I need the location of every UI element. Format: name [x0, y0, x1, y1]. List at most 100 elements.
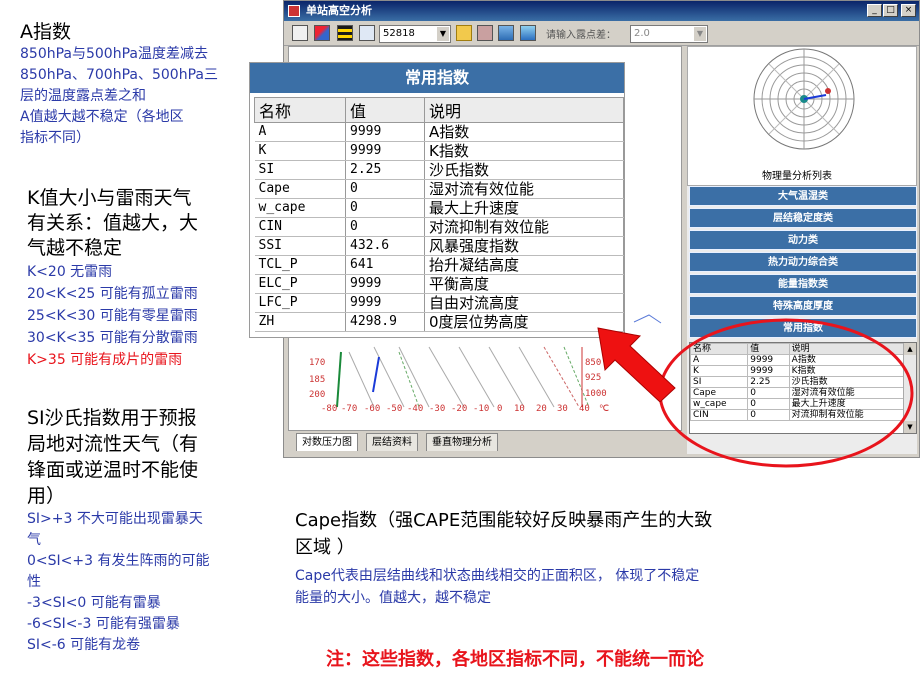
- physics-panel: 物理量分析列表 大气温湿类 层结稳定度类 动力类 热力动力综合类 能量指数类 特…: [687, 46, 917, 454]
- category-energy-index[interactable]: 能量指数类: [689, 274, 917, 294]
- table-row[interactable]: K 9999 K指数: [690, 365, 905, 377]
- category-special-height[interactable]: 特殊高度厚度: [689, 296, 917, 316]
- scroll-up-icon[interactable]: ▲: [904, 343, 916, 355]
- maximize-button[interactable]: □: [883, 4, 898, 17]
- chevron-down-icon[interactable]: ▼: [694, 27, 706, 41]
- category-dynamics[interactable]: 动力类: [689, 230, 917, 250]
- plot-x-tick: -80: [321, 404, 337, 414]
- cell-name: CIN: [254, 217, 346, 237]
- minimize-button[interactable]: _: [867, 4, 882, 17]
- chevron-down-icon[interactable]: ▼: [437, 27, 449, 41]
- tab-stratification-data[interactable]: 层结资料: [366, 433, 418, 451]
- table-row[interactable]: w_cape 0 最大上升速度: [254, 198, 624, 218]
- open-icon[interactable]: [292, 25, 308, 41]
- k-range-line: 25<K<30 可能有零星雷雨: [27, 308, 198, 324]
- eraser-icon[interactable]: [477, 25, 493, 41]
- a-index-title: A指数: [20, 21, 71, 43]
- plot-x-tick: 40: [579, 404, 590, 414]
- si-index-title: 用）: [27, 485, 66, 507]
- scroll-down-icon[interactable]: ▼: [904, 421, 916, 433]
- cell-value: 0: [345, 179, 425, 199]
- category-thermo-dynamic[interactable]: 热力动力综合类: [689, 252, 917, 272]
- table-row[interactable]: CIN 0 对流抑制有效位能: [254, 217, 624, 237]
- column-header[interactable]: 名称: [690, 343, 749, 355]
- dewpoint-profile: [372, 356, 380, 393]
- table-row[interactable]: A 9999 A指数: [254, 122, 624, 142]
- plot-y-left-labels: 170 185 200: [309, 358, 325, 400]
- cell-value: 0: [747, 398, 790, 410]
- image-icon[interactable]: [498, 25, 514, 41]
- plot-y-right-label: 1000: [585, 389, 607, 399]
- column-header[interactable]: 说明: [424, 97, 624, 123]
- plot-x-tick: 0: [497, 404, 502, 414]
- cell-name: Cape: [690, 387, 749, 399]
- plot-y-left-label: 200: [309, 390, 325, 400]
- k-range-line: 30<K<35 可能有分散雷雨: [27, 330, 198, 346]
- cell-value: 2.25: [345, 160, 425, 180]
- close-button[interactable]: ×: [901, 4, 916, 17]
- chart-icon[interactable]: [314, 25, 330, 41]
- category-common-index[interactable]: 常用指数: [689, 318, 917, 338]
- table-row[interactable]: Cape 0 湿对流有效位能: [690, 387, 905, 399]
- table-row[interactable]: ZH 4298.9 0度层位势高度: [254, 312, 624, 332]
- cell-name: SSI: [254, 236, 346, 256]
- table-row[interactable]: w_cape 0 最大上升速度: [690, 398, 905, 410]
- tab-vertical-physics[interactable]: 垂直物理分析: [426, 433, 498, 451]
- tab-log-pressure[interactable]: 对数压力图: [296, 433, 358, 451]
- plot-x-tick: -10: [473, 404, 489, 414]
- si-range-line: 气: [27, 532, 41, 548]
- si-index-title: 锋面或逆温时不能使: [27, 459, 199, 481]
- layers-icon[interactable]: [337, 25, 353, 41]
- cell-desc: 沙氏指数: [424, 160, 624, 180]
- cell-desc: 0度层位势高度: [424, 312, 624, 332]
- cell-name: Cape: [254, 179, 346, 199]
- column-header[interactable]: 名称: [254, 97, 346, 123]
- cell-name: w_cape: [690, 398, 749, 410]
- plot-x-tick: 10: [514, 404, 525, 414]
- table-row[interactable]: LFC_P 9999 自由对流高度: [254, 293, 624, 313]
- cell-value: 0: [345, 217, 425, 237]
- cell-name: TCL_P: [254, 255, 346, 275]
- plot-y-right-label: 850: [585, 358, 601, 368]
- plot-y-right-labels: 850 925 1000: [585, 358, 607, 399]
- mini-table-scrollbar[interactable]: ▲ ▼: [903, 343, 916, 433]
- cell-desc: 湿对流有效位能: [788, 387, 905, 399]
- category-atmosphere-temp-humidity[interactable]: 大气温湿类: [689, 186, 917, 206]
- table-row[interactable]: SI 2.25 沙氏指数: [254, 160, 624, 180]
- cape-desc: 能量的大小。值越大，越不稳定: [295, 590, 491, 606]
- zoom-icon[interactable]: [359, 25, 375, 41]
- plot-x-tick: -20: [451, 404, 467, 414]
- column-header[interactable]: 说明: [788, 343, 905, 355]
- cell-desc: 对流抑制有效位能: [788, 409, 905, 421]
- table-row[interactable]: SSI 432.6 风暴强度指数: [254, 236, 624, 256]
- note-text: 注：这些指数，各地区指标不同，不能统一而论: [326, 649, 704, 670]
- window-titlebar: 单站高空分析 _ □ ×: [284, 1, 919, 21]
- category-stratification-stability[interactable]: 层结稳定度类: [689, 208, 917, 228]
- table-row[interactable]: TCL_P 641 抬升凝结高度: [254, 255, 624, 275]
- table-row[interactable]: ELC_P 9999 平衡高度: [254, 274, 624, 294]
- table-row[interactable]: K 9999 K指数: [254, 141, 624, 161]
- si-range-line: 0<SI<+3 有发生阵雨的可能: [27, 553, 210, 569]
- folder-icon[interactable]: [456, 25, 472, 41]
- cell-desc: 自由对流高度: [424, 293, 624, 313]
- table-row[interactable]: A 9999 A指数: [690, 354, 905, 366]
- picture-icon[interactable]: [520, 25, 536, 41]
- table-row[interactable]: CIN 0 对流抑制有效位能: [690, 409, 905, 421]
- si-range-line: SI>+3 不大可能出现雷暴天: [27, 511, 203, 527]
- station-select[interactable]: 52818 ▼: [379, 25, 451, 43]
- k-index-title: K值大小与雷雨天气: [27, 187, 192, 209]
- mini-index-table: 名称 值 说明 A 9999 A指数 K 9999 K指数 SI 2.25 沙氏指数 Cap…: [689, 342, 917, 434]
- cape-title: Cape指数（强CAPE范围能较好反映暴雨产生的大致: [295, 510, 713, 531]
- plot-x-tick: -60: [364, 404, 380, 414]
- si-index-title: SI沙氏指数用于预报: [27, 407, 197, 429]
- cell-name: CIN: [690, 409, 749, 421]
- common-index-table: 常用指数 名称 值 说明 A 9999 A指数 K 9999 K指数 SI 2.25 沙氏指…: [249, 62, 625, 338]
- station-value: 52818: [383, 28, 415, 39]
- column-header[interactable]: 值: [747, 343, 790, 355]
- dew-point-select[interactable]: 2.0 ▼: [630, 25, 708, 43]
- table-row[interactable]: Cape 0 湿对流有效位能: [254, 179, 624, 199]
- column-header[interactable]: 值: [345, 97, 425, 123]
- cell-desc: 湿对流有效位能: [424, 179, 624, 199]
- table-row[interactable]: SI 2.25 沙氏指数: [690, 376, 905, 388]
- cell-value: 9999: [345, 141, 425, 161]
